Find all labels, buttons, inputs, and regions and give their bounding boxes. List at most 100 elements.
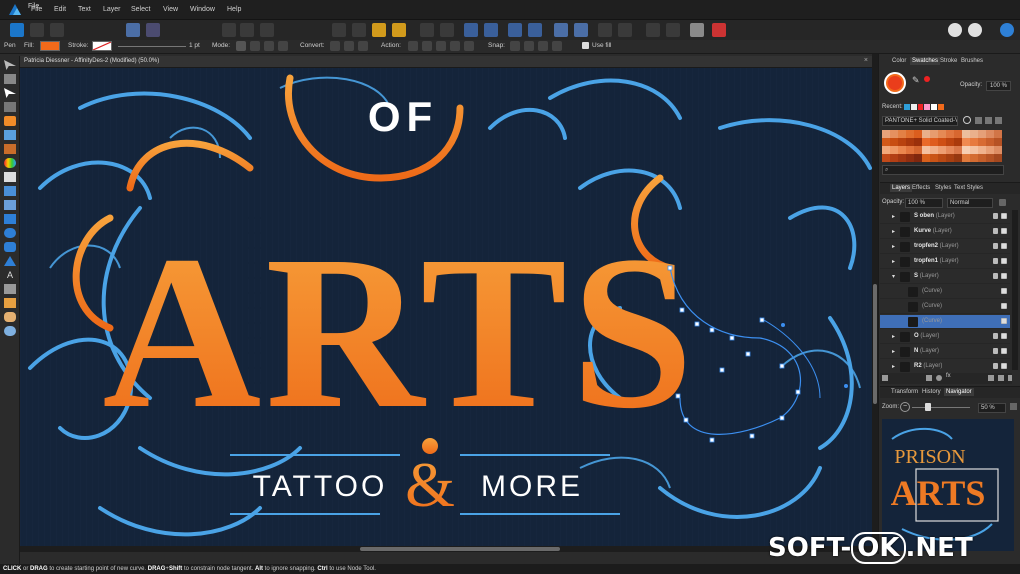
add-layer-icon[interactable] xyxy=(988,375,994,381)
transform-icon[interactable] xyxy=(420,23,434,37)
rectangle-tool-icon[interactable] xyxy=(4,214,16,224)
expand-chevron-icon[interactable]: ▸ xyxy=(892,258,895,265)
user-icon[interactable] xyxy=(1000,23,1014,37)
layer-row[interactable]: ▸ tropfen1 (Layer) xyxy=(880,255,1010,269)
tab-effects[interactable]: Effects xyxy=(912,185,930,191)
triangle-tool-icon[interactable] xyxy=(4,256,16,266)
menu-edit[interactable]: Edit xyxy=(54,0,66,20)
menu-view[interactable]: View xyxy=(163,0,178,20)
layers-stack-icon[interactable] xyxy=(882,375,888,381)
ellipse-tool-icon[interactable] xyxy=(4,228,16,238)
visibility-checkbox[interactable] xyxy=(1001,363,1007,369)
hand-tool-icon[interactable] xyxy=(4,312,16,322)
opacity-value[interactable]: 100 % xyxy=(986,81,1012,91)
view-mode-icon[interactable] xyxy=(240,23,254,37)
lock-icon[interactable] xyxy=(993,363,998,369)
designer-persona-icon[interactable] xyxy=(10,23,24,37)
lock-icon[interactable] xyxy=(993,273,998,279)
tab-layers[interactable]: Layers xyxy=(890,184,913,192)
snap-option-2-icon[interactable] xyxy=(524,41,534,51)
expand-chevron-icon[interactable]: ▸ xyxy=(892,363,895,370)
layer-row[interactable]: ▸ S oben (Layer) xyxy=(880,210,1010,224)
expand-chevron-icon[interactable]: ▸ xyxy=(892,333,895,340)
tab-swatches[interactable]: Swatches xyxy=(910,57,941,65)
insert-behind-icon[interactable] xyxy=(690,23,704,37)
lock-icon[interactable] xyxy=(993,243,998,249)
snap-option-1-icon[interactable] xyxy=(510,41,520,51)
eyedropper-icon[interactable]: ✎ xyxy=(912,75,922,85)
menu-window[interactable]: Window xyxy=(190,0,215,20)
order-front-icon[interactable] xyxy=(372,23,386,37)
swatch-grid-view-icon[interactable] xyxy=(975,117,982,124)
boolean-add-icon[interactable] xyxy=(554,23,568,37)
tab-color[interactable]: Color xyxy=(892,58,906,64)
visibility-checkbox[interactable] xyxy=(1001,213,1007,219)
horizontal-scroll-thumb[interactable] xyxy=(360,547,560,551)
view-mode-2-icon[interactable] xyxy=(260,23,274,37)
collapse-chevron-icon[interactable]: ▾ xyxy=(892,273,895,280)
menu-help[interactable]: Help xyxy=(227,0,241,20)
export-persona-icon[interactable] xyxy=(50,23,64,37)
layer-row[interactable]: (Curve) xyxy=(880,285,1010,299)
palette-select[interactable]: PANTONE+ Solid Coated-V xyxy=(882,116,958,126)
use-fill-checkbox[interactable] xyxy=(582,42,589,49)
visibility-checkbox[interactable] xyxy=(1001,303,1007,309)
zoom-value-field[interactable]: 50 % xyxy=(978,403,1006,413)
flip-vertical-icon[interactable] xyxy=(484,23,498,37)
frame-text-tool-icon[interactable] xyxy=(4,284,16,294)
chat-icon[interactable] xyxy=(968,23,982,37)
lock-icon[interactable] xyxy=(993,213,998,219)
expand-chevron-icon[interactable]: ▸ xyxy=(892,213,895,220)
close-document-icon[interactable]: × xyxy=(864,57,868,64)
document-setup-icon[interactable] xyxy=(126,23,140,37)
add-mask-icon[interactable] xyxy=(926,375,932,381)
pencil-tool-icon[interactable] xyxy=(4,130,16,140)
swatch-delete-icon[interactable] xyxy=(995,117,1002,124)
convert-smooth-icon[interactable] xyxy=(344,41,354,51)
action-break-icon[interactable] xyxy=(408,41,418,51)
tab-styles[interactable]: Styles xyxy=(935,185,951,191)
mode-polygon-icon[interactable] xyxy=(264,41,274,51)
snapping-icon[interactable] xyxy=(598,23,612,37)
stroke-width-value[interactable]: 1 pt xyxy=(189,42,200,49)
lock-icon[interactable] xyxy=(993,258,998,264)
menu-file[interactable]: File xyxy=(31,0,42,20)
affinity-designer-logo-icon[interactable] xyxy=(8,3,22,17)
lock-icon[interactable] xyxy=(993,333,998,339)
rotate-left-icon[interactable] xyxy=(508,23,522,37)
stroke-swatch[interactable] xyxy=(92,41,112,51)
place-image-tool-icon[interactable] xyxy=(4,186,16,196)
action-smooth-icon[interactable] xyxy=(436,41,446,51)
tab-navigator[interactable]: Navigator xyxy=(944,388,974,396)
flip-horizontal-icon[interactable] xyxy=(464,23,478,37)
layer-row[interactable]: ▸ Kurve (Layer) xyxy=(880,225,1010,239)
layer-row[interactable]: (Curve) xyxy=(880,315,1010,329)
convert-sharp-icon[interactable] xyxy=(330,41,340,51)
fill-swatch[interactable] xyxy=(40,41,60,51)
vertical-scroll-thumb[interactable] xyxy=(873,284,877,404)
tab-text-styles[interactable]: Text Styles xyxy=(954,185,983,191)
transparency-tool-icon[interactable] xyxy=(4,172,16,182)
lock-icon[interactable] xyxy=(993,228,998,234)
navigator-options-icon[interactable] xyxy=(1010,403,1017,410)
visibility-checkbox[interactable] xyxy=(1001,318,1007,324)
zoom-slider[interactable] xyxy=(912,407,970,408)
mode-smart-icon[interactable] xyxy=(250,41,260,51)
layer-row[interactable]: ▸ R2 (Layer) xyxy=(880,360,1010,374)
point-transform-tool-icon[interactable] xyxy=(4,102,16,112)
preferences-icon[interactable] xyxy=(146,23,160,37)
action-close-icon[interactable] xyxy=(422,41,432,51)
visibility-checkbox[interactable] xyxy=(1001,258,1007,264)
palette-options-icon[interactable] xyxy=(963,116,971,124)
insert-target-icon[interactable] xyxy=(712,23,726,37)
fill-tool-icon[interactable] xyxy=(4,158,16,168)
tab-transform[interactable]: Transform xyxy=(891,389,918,395)
zoom-tool-icon[interactable] xyxy=(4,326,16,336)
order-back-icon[interactable] xyxy=(392,23,406,37)
stroke-width-slider[interactable] xyxy=(118,46,186,47)
artboard-tool-icon[interactable] xyxy=(4,74,16,84)
swatch-add-icon[interactable] xyxy=(985,117,992,124)
lock-icon[interactable] xyxy=(993,348,998,354)
move-tool-icon[interactable] xyxy=(4,60,16,70)
pen-tool-icon[interactable] xyxy=(4,116,16,126)
